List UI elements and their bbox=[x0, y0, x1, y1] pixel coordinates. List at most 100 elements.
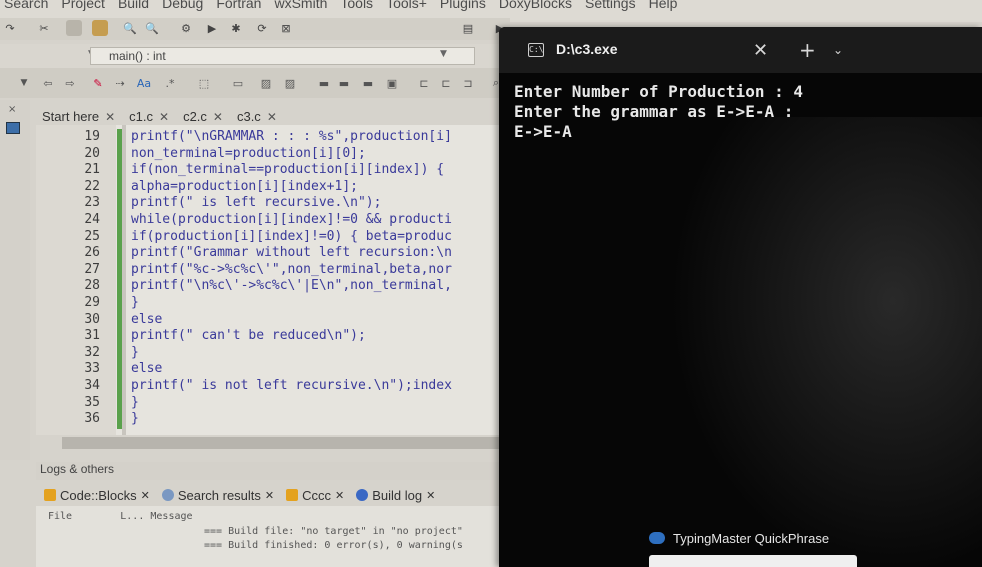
frame2-icon[interactable]: ⊏ bbox=[438, 75, 454, 91]
regex-icon[interactable]: .* bbox=[162, 75, 178, 91]
terminal-titlebar: C:\ D:\c3.exe ✕ + ⌄ bbox=[499, 27, 982, 73]
menu-project[interactable]: Project bbox=[61, 0, 105, 11]
replace-icon[interactable]: 🔍 bbox=[144, 20, 160, 36]
tab-c1-c[interactable]: c1.c ✕ bbox=[123, 104, 177, 126]
column-file: File bbox=[48, 511, 73, 522]
line-number: 36 bbox=[84, 411, 100, 427]
console-icon: C:\ bbox=[528, 43, 544, 57]
block1-icon[interactable]: ▬ bbox=[316, 75, 332, 91]
terminal-output[interactable]: Enter Number of Production : 4 Enter the… bbox=[514, 82, 979, 142]
settings-icon[interactable]: ⚙ bbox=[178, 20, 194, 36]
panel-icon[interactable] bbox=[6, 122, 20, 134]
editor-toolbar: ▼ ⇦ ⇨ ✎ ⇢ Aa .* ⬚ ▭ ▨ ▨ ▬ ▬ ▬ ▣ ⊏ ⊏ ⊐ ⌕ bbox=[0, 68, 510, 98]
menu-debug[interactable]: Debug bbox=[162, 0, 203, 11]
close-tab-icon[interactable]: ✕ bbox=[265, 489, 274, 502]
block3-icon[interactable]: ▬ bbox=[360, 75, 376, 91]
typingmaster-toast[interactable]: TypingMaster QuickPhrase bbox=[649, 523, 859, 553]
block4-icon[interactable]: ▣ bbox=[384, 75, 400, 91]
run-icon[interactable]: ▶ bbox=[204, 20, 220, 36]
scope-select[interactable]: main() : int bbox=[90, 47, 475, 65]
menu-search[interactable]: Search bbox=[4, 0, 48, 11]
forward-icon[interactable]: ⇨ bbox=[62, 75, 78, 91]
close-tab-icon[interactable]: ✕ bbox=[753, 40, 768, 61]
tab-c2-c[interactable]: c2.c ✕ bbox=[177, 104, 231, 126]
line-number: 20 bbox=[84, 145, 100, 161]
close-tab-icon[interactable]: ✕ bbox=[267, 110, 277, 124]
logs-tab-cccc[interactable]: Cccc ✕ bbox=[286, 488, 344, 503]
column-message: Message bbox=[150, 511, 193, 522]
terminal-window[interactable]: C:\ D:\c3.exe ✕ + ⌄ Enter Number of Prod… bbox=[499, 27, 982, 567]
close-icon[interactable]: × bbox=[8, 104, 16, 115]
arrow-icon[interactable]: ↷ bbox=[2, 20, 18, 36]
new-tab-icon[interactable]: + bbox=[799, 38, 816, 62]
code-text: non_terminal=production[i][0]; bbox=[131, 145, 366, 161]
tab-label: c1.c bbox=[129, 109, 153, 124]
build-run-icon[interactable]: ✱ bbox=[228, 20, 244, 36]
tab-c3-c[interactable]: c3.c ✕ bbox=[231, 104, 285, 126]
main-toolbar: ↷ ✂ 🔍 🔍 ⚙ ▶ ✱ ⟳ ⊠ ▤ ▶ bbox=[0, 18, 510, 40]
logs-tab-code-blocks[interactable]: Code::Blocks ✕ bbox=[44, 488, 150, 503]
line-number: 31 bbox=[84, 328, 100, 344]
menu-doxyblocks[interactable]: DoxyBlocks bbox=[499, 0, 572, 11]
menu-help[interactable]: Help bbox=[649, 0, 678, 11]
close-tab-icon[interactable]: ✕ bbox=[213, 110, 223, 124]
logs-tab-build-log[interactable]: Build log ✕ bbox=[356, 488, 435, 503]
abort-icon[interactable]: ⊠ bbox=[278, 20, 294, 36]
code-text: else bbox=[131, 311, 163, 327]
block2-icon[interactable]: ▬ bbox=[336, 75, 352, 91]
log-row: === Build finished: 0 error(s), 0 warnin… bbox=[204, 540, 463, 551]
line-number: 30 bbox=[84, 311, 100, 327]
chevron-down-icon[interactable]: ▼ bbox=[16, 75, 32, 91]
logs-tab-label: Build log bbox=[372, 487, 423, 503]
menu-tools[interactable]: Tools bbox=[340, 0, 373, 11]
code-text: else bbox=[131, 361, 163, 377]
menu-plugins[interactable]: Plugins bbox=[440, 0, 486, 11]
logs-tabs: Code::Blocks ✕ Search results ✕ Cccc ✕ Build l… bbox=[36, 484, 506, 506]
code-editor[interactable]: 19 printf("\nGRAMMAR : : : %s",production… bbox=[36, 125, 508, 435]
paste-icon[interactable] bbox=[92, 20, 108, 36]
frame3-icon[interactable]: ⊐ bbox=[460, 75, 476, 91]
toast-input-bar[interactable] bbox=[649, 555, 857, 567]
menu-fortran[interactable]: Fortran bbox=[216, 0, 261, 11]
menu-settings[interactable]: Settings bbox=[585, 0, 636, 11]
terminal-line: Enter Number of Production : 4 bbox=[514, 82, 803, 101]
copy-icon[interactable] bbox=[66, 20, 82, 36]
find-icon[interactable]: 🔍 bbox=[122, 20, 138, 36]
jump-icon[interactable]: ⇢ bbox=[112, 75, 128, 91]
select-icon[interactable]: ⬚ bbox=[196, 75, 212, 91]
box2-icon[interactable]: ▨ bbox=[282, 75, 298, 91]
close-tab-icon[interactable]: ✕ bbox=[426, 489, 435, 502]
tab-start-here[interactable]: Start here ✕ bbox=[36, 104, 123, 126]
close-tab-icon[interactable]: ✕ bbox=[159, 110, 169, 124]
code-text: while(production[i][index]!=0 && product… bbox=[131, 212, 452, 227]
line-number: 23 bbox=[84, 195, 100, 211]
cut-icon[interactable]: ✂ bbox=[36, 20, 52, 36]
code-text: printf("%c->%c%c\'",non_terminal,beta,no… bbox=[131, 261, 452, 277]
rebuild-icon[interactable]: ⟳ bbox=[254, 20, 270, 36]
menu-wxsmith[interactable]: wxSmith bbox=[274, 0, 327, 11]
code-completion-bar: ▼ main() : int ▼ bbox=[0, 44, 510, 68]
logs-panel-title: Logs & others bbox=[36, 462, 506, 480]
box1-icon[interactable]: ▨ bbox=[258, 75, 274, 91]
frame1-icon[interactable]: ⊏ bbox=[416, 75, 432, 91]
menu-build[interactable]: Build bbox=[118, 0, 149, 11]
logs-tab-label: Cccc bbox=[302, 487, 332, 503]
horizontal-scrollbar[interactable] bbox=[62, 437, 502, 449]
match-case-icon[interactable]: Aa bbox=[136, 75, 152, 91]
debug-window-icon[interactable]: ▤ bbox=[460, 20, 476, 36]
toast-label: TypingMaster QuickPhrase bbox=[673, 530, 830, 546]
close-tab-icon[interactable]: ✕ bbox=[335, 489, 344, 502]
rect-icon[interactable]: ▭ bbox=[230, 75, 246, 91]
chevron-down-icon[interactable]: ▼ bbox=[440, 49, 447, 59]
logs-tab-search-results[interactable]: Search results ✕ bbox=[161, 488, 274, 503]
close-tab-icon[interactable]: ✕ bbox=[105, 110, 115, 124]
terminal-line: E->E-A bbox=[514, 122, 572, 141]
chevron-down-icon[interactable]: ⌄ bbox=[833, 43, 843, 57]
highlight-icon[interactable]: ✎ bbox=[90, 75, 106, 91]
back-icon[interactable]: ⇦ bbox=[40, 75, 56, 91]
code-text: } bbox=[131, 344, 139, 360]
close-tab-icon[interactable]: ✕ bbox=[141, 489, 150, 502]
line-number: 21 bbox=[84, 162, 100, 178]
code-text: } bbox=[131, 394, 139, 410]
menu-tools-[interactable]: Tools+ bbox=[386, 0, 427, 11]
